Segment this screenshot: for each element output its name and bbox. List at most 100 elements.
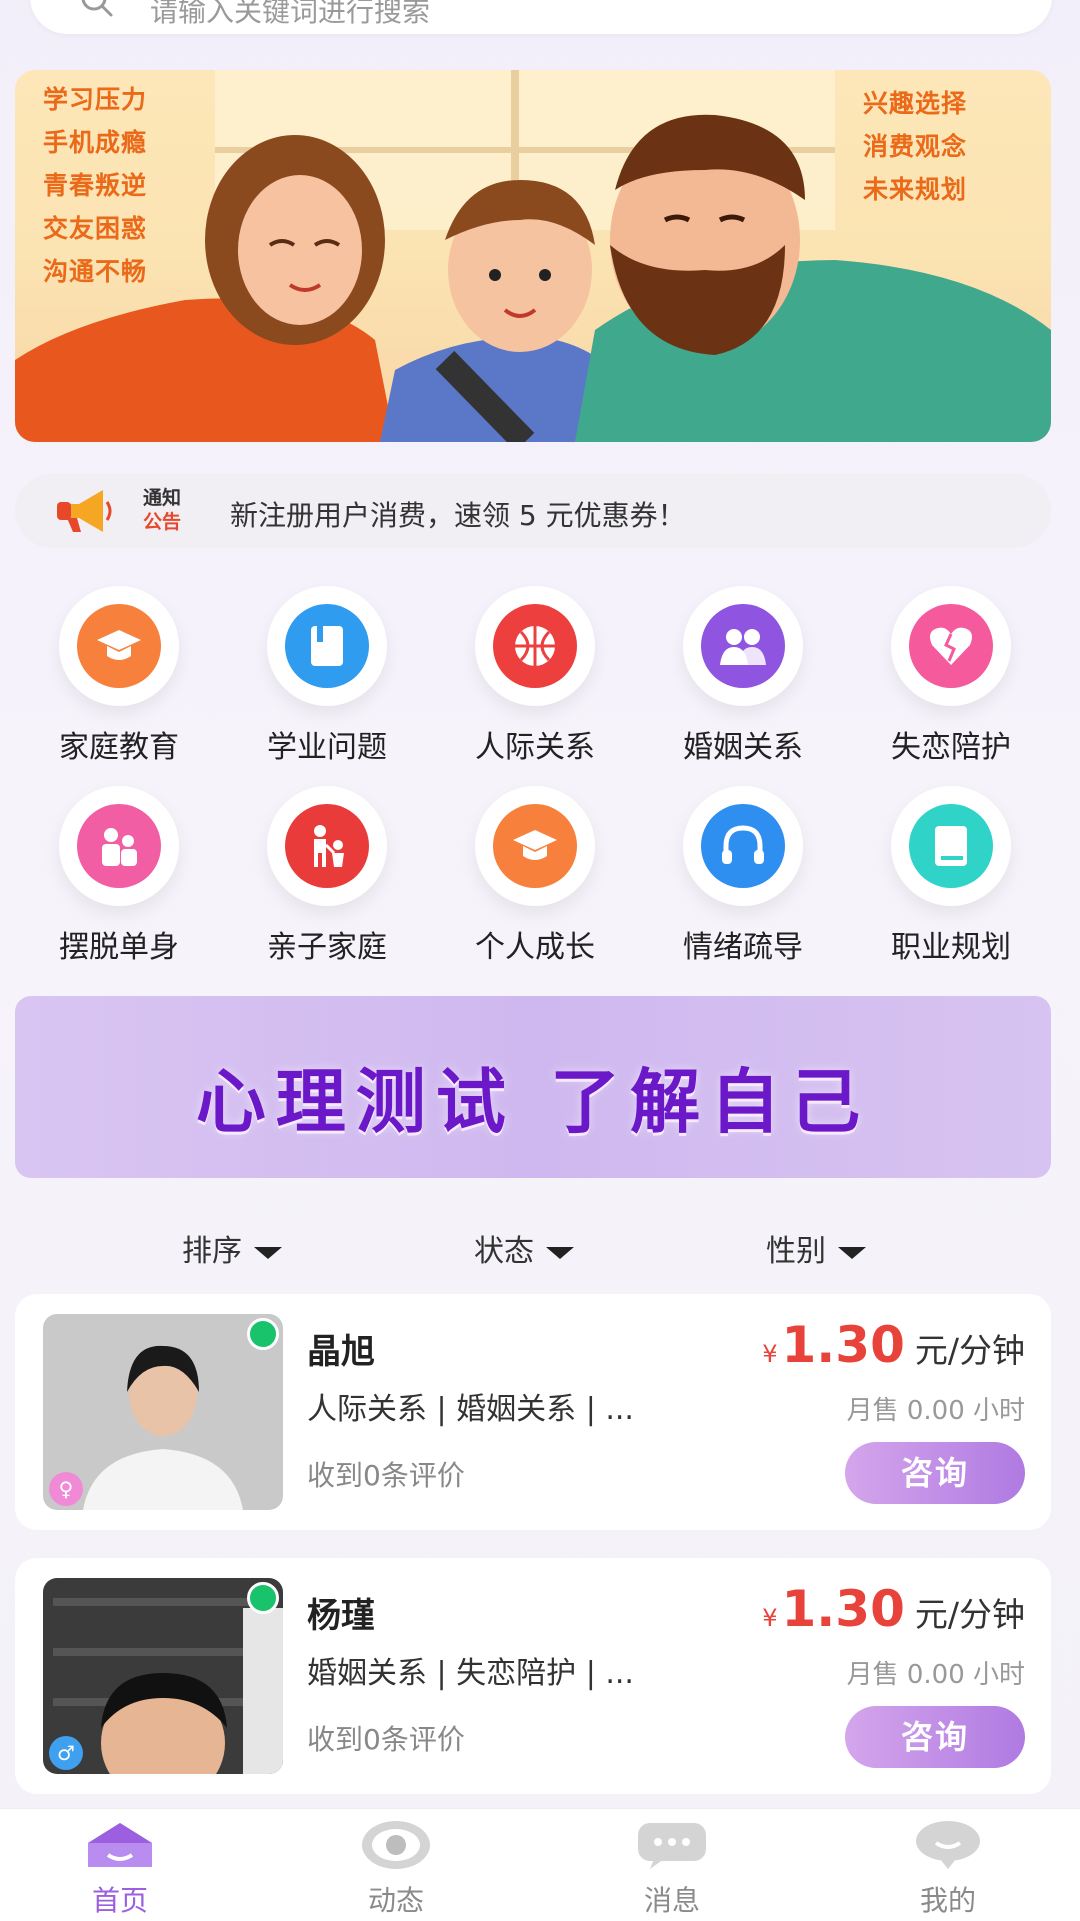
hero-keyword: 交友困惑	[43, 214, 148, 243]
category-icon-ring	[891, 586, 1011, 706]
monthly-sold: 月售 0.00 小时	[846, 1660, 1025, 1690]
male-icon: ♂	[49, 1736, 83, 1770]
book-icon	[909, 804, 993, 888]
counselor-tags: 婚姻关系 | 失恋陪护 | ...	[307, 1656, 634, 1691]
category-marriage[interactable]: 婚姻关系	[648, 586, 838, 766]
nav-home[interactable]: 首页	[20, 1819, 220, 1919]
category-icon-ring	[683, 586, 803, 706]
family-illustration	[15, 70, 1051, 442]
hero-keyword: 未来规划	[863, 175, 968, 204]
hero-banner[interactable]: 学习压力 手机成瘾 青春叛逆 交友困惑 沟通不畅 兴趣选择 消费观念 未来规划	[15, 70, 1051, 442]
caret-down-icon	[838, 1246, 866, 1259]
profile-icon	[916, 1821, 980, 1869]
nav-label: 首页	[91, 1884, 148, 1917]
notice-tag: 通知 公告	[143, 486, 181, 534]
graduation-cap-icon	[493, 804, 577, 888]
filter-status[interactable]: 状态	[474, 1226, 574, 1270]
category-label: 情绪疏导	[683, 930, 803, 965]
nav-messages[interactable]: 消息	[572, 1819, 772, 1919]
caret-down-icon	[254, 1246, 282, 1259]
category-career[interactable]: 职业规划	[856, 786, 1046, 966]
counselor-card[interactable]: ♀ 晶旭 人际关系 | 婚姻关系 | ... 收到0条评价 ¥1.30 元/分钟 …	[15, 1294, 1051, 1530]
nav-profile[interactable]: 我的	[848, 1819, 1048, 1919]
graduation-cap-icon	[77, 604, 161, 688]
hero-keyword: 兴趣选择	[863, 89, 968, 118]
counselor-price: ¥1.30 元/分钟	[762, 1580, 1025, 1638]
category-label: 亲子家庭	[267, 930, 387, 965]
currency-symbol: ¥	[762, 1340, 778, 1368]
category-label: 职业规划	[891, 930, 1011, 965]
bottom-nav: 首页 动态 消息 我的	[0, 1808, 1080, 1921]
basketball-icon	[493, 604, 577, 688]
category-family-education[interactable]: 家庭教育	[24, 586, 214, 766]
filter-gender[interactable]: 性别	[766, 1226, 866, 1270]
category-label: 人际关系	[475, 730, 595, 765]
category-icon-ring	[59, 586, 179, 706]
category-singles[interactable]: 摆脱单身	[24, 786, 214, 966]
psych-test-banner[interactable]: 心理测试 了解自己	[15, 996, 1051, 1178]
filter-label: 状态	[474, 1234, 534, 1269]
hero-keyword: 沟通不畅	[43, 257, 148, 286]
counselor-reviews: 收到0条评价	[307, 1723, 465, 1756]
category-icon-ring	[267, 586, 387, 706]
hero-keyword: 手机成瘾	[43, 128, 148, 157]
category-label: 学业问题	[267, 730, 387, 765]
notice-tag-top: 通知	[143, 487, 182, 509]
price-value: 1.30	[781, 1580, 905, 1638]
hero-keyword: 学习压力	[43, 85, 148, 114]
nav-label: 动态	[367, 1884, 424, 1917]
female-icon: ♀	[49, 1472, 83, 1506]
counselor-name: 杨瑾	[307, 1596, 375, 1636]
headphones-icon	[701, 804, 785, 888]
category-label: 摆脱单身	[59, 930, 179, 965]
parent-child-icon	[285, 804, 369, 888]
book-icon	[285, 604, 369, 688]
price-unit: 元/分钟	[914, 1331, 1025, 1370]
category-icon-ring	[683, 786, 803, 906]
filter-label: 排序	[182, 1234, 242, 1269]
chat-icon	[638, 1823, 706, 1869]
eye-icon	[362, 1821, 430, 1869]
category-label: 个人成长	[475, 930, 595, 965]
notice-tag-bottom: 公告	[143, 511, 182, 533]
filter-label: 性别	[766, 1234, 826, 1269]
category-label: 失恋陪护	[891, 730, 1011, 765]
category-interpersonal[interactable]: 人际关系	[440, 586, 630, 766]
psych-test-title: 心理测试 了解自己	[195, 1061, 871, 1143]
consult-button[interactable]: 咨询	[845, 1442, 1025, 1504]
counselor-tags: 人际关系 | 婚姻关系 | ...	[307, 1392, 634, 1427]
search-placeholder: 请输入关键词进行搜索	[150, 0, 431, 28]
category-growth[interactable]: 个人成长	[440, 786, 630, 966]
counselor-name: 晶旭	[307, 1332, 375, 1372]
counselor-price: ¥1.30 元/分钟	[762, 1316, 1025, 1374]
nav-label: 我的	[919, 1884, 976, 1917]
category-icon-ring	[891, 786, 1011, 906]
notice-text: 新注册用户消费，速领 5 元优惠券！	[230, 499, 686, 532]
category-academic[interactable]: 学业问题	[232, 586, 422, 766]
hero-keyword: 青春叛逆	[43, 171, 148, 200]
category-breakup[interactable]: 失恋陪护	[856, 586, 1046, 766]
category-icon-ring	[267, 786, 387, 906]
megaphone-icon	[57, 490, 112, 532]
online-status-dot	[247, 1318, 279, 1350]
online-status-dot	[247, 1582, 279, 1614]
nav-moments[interactable]: 动态	[296, 1819, 496, 1919]
notice-bar[interactable]: 通知 公告 新注册用户消费，速领 5 元优惠券！	[15, 474, 1051, 548]
price-value: 1.30	[781, 1316, 905, 1374]
category-label: 婚姻关系	[683, 730, 803, 765]
nav-label: 消息	[643, 1884, 700, 1917]
caret-down-icon	[546, 1246, 574, 1259]
search-bar[interactable]: 请输入关键词进行搜索	[30, 0, 1052, 34]
search-icon	[81, 0, 113, 17]
category-icon-ring	[59, 786, 179, 906]
filter-sort[interactable]: 排序	[182, 1226, 282, 1270]
counselor-card[interactable]: ♂ 杨瑾 婚姻关系 | 失恋陪护 | ... 收到0条评价 ¥1.30 元/分钟 …	[15, 1558, 1051, 1794]
category-parent-child[interactable]: 亲子家庭	[232, 786, 422, 966]
price-unit: 元/分钟	[914, 1595, 1025, 1634]
people-icon	[77, 804, 161, 888]
couple-icon	[701, 604, 785, 688]
category-emotion[interactable]: 情绪疏导	[648, 786, 838, 966]
broken-heart-icon	[909, 604, 993, 688]
consult-button[interactable]: 咨询	[845, 1706, 1025, 1768]
currency-symbol: ¥	[762, 1604, 778, 1632]
